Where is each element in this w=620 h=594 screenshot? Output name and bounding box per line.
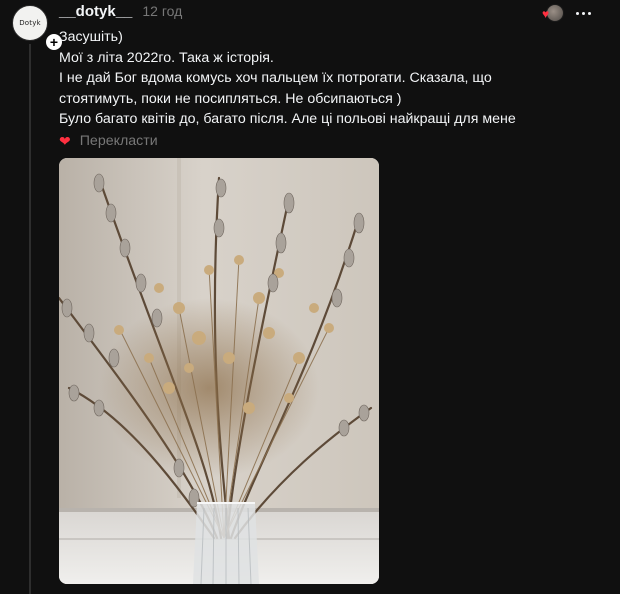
heart-icon: ❤ <box>59 132 71 149</box>
post-text-line: Мої з літа 2022го. Така ж історія. <box>59 49 274 66</box>
reaction-indicator[interactable]: ♥ <box>542 4 564 22</box>
post-text-line: І не дай Бог вдома комусь хоч пальцем їх… <box>59 70 492 87</box>
thread-line <box>29 44 31 594</box>
post-text-line: Засушіть) <box>59 29 123 45</box>
post-text-line: стоятимуть, поки не посипляться. Не обси… <box>59 90 402 107</box>
translate-link[interactable]: Перекласти <box>80 133 158 149</box>
post-text-line: Було багато квітів до, багато після. Але… <box>59 111 516 128</box>
post-timestamp[interactable]: 12 год <box>142 3 182 19</box>
post-text: Засушіть) Мої з літа 2022го. Така ж істо… <box>59 27 599 130</box>
comment-post: Dotyk + __dotyk__ 12 год ♥ Засушіть) Мої… <box>0 0 620 594</box>
post-photo[interactable] <box>59 158 379 584</box>
avatar-logo: Dotyk <box>19 19 41 27</box>
heart-icon: ♥ <box>542 7 550 21</box>
post-header: __dotyk__ 12 год <box>59 3 182 23</box>
username-link[interactable]: __dotyk__ <box>59 3 132 20</box>
avatar[interactable]: Dotyk + <box>12 5 64 52</box>
dried-flowers-vase-image <box>59 158 379 584</box>
translate-row: ❤ Перекласти <box>59 131 158 151</box>
more-options-icon[interactable] <box>570 1 596 25</box>
